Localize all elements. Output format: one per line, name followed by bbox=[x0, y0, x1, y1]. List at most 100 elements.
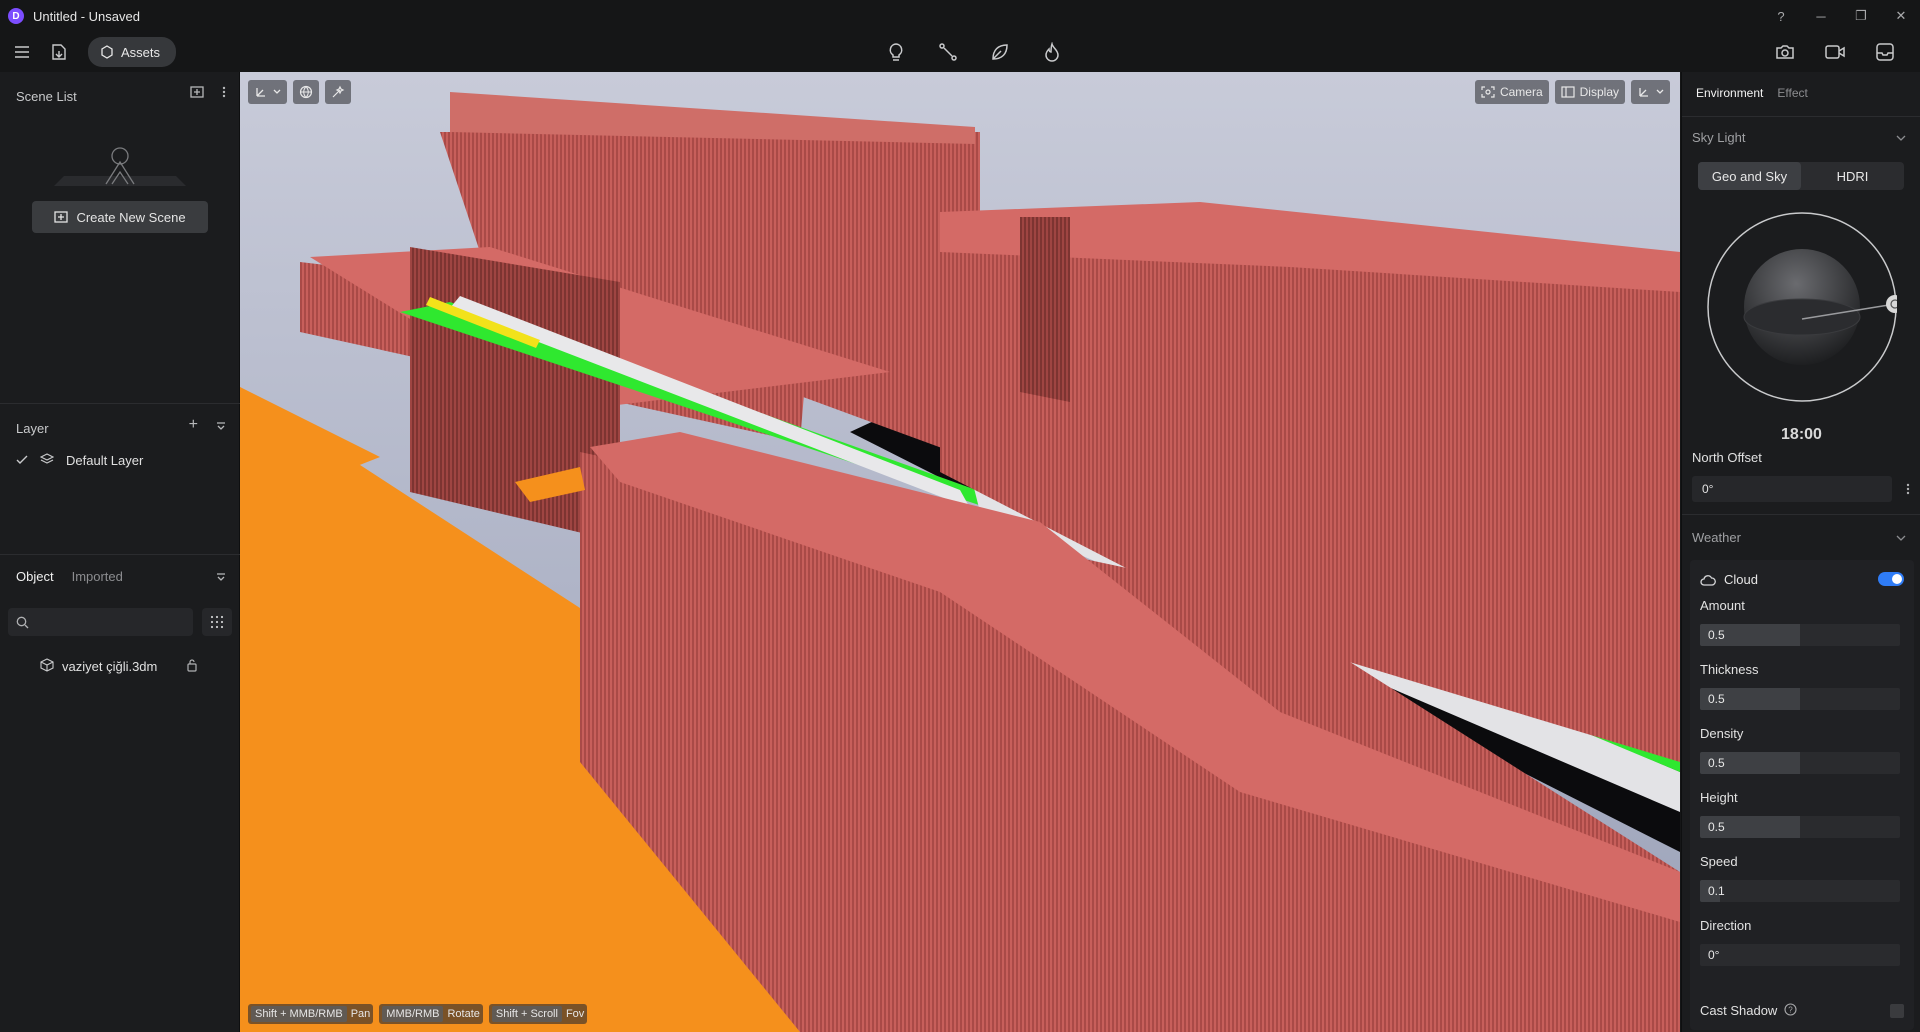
param-label-speed: Speed bbox=[1700, 854, 1738, 869]
assets-icon bbox=[101, 45, 113, 59]
sky-light-collapse-icon[interactable] bbox=[1896, 132, 1906, 144]
object-search-box bbox=[8, 608, 193, 636]
assets-label: Assets bbox=[121, 44, 161, 60]
divider bbox=[1682, 116, 1920, 117]
restore-icon[interactable]: ❐ bbox=[1852, 8, 1870, 24]
right-panel: Environment Effect Sky Light Geo and Sky… bbox=[1681, 72, 1920, 1032]
3d-viewport[interactable]: Camera Display Shift + MMB/RMB Pan MMB/R… bbox=[240, 72, 1680, 1032]
import-file-icon[interactable] bbox=[50, 43, 68, 61]
fire-icon[interactable] bbox=[1041, 41, 1063, 63]
param-slider-thickness[interactable]: 0.5 bbox=[1700, 688, 1900, 710]
param-value-thickness: 0.5 bbox=[1708, 692, 1725, 706]
check-icon[interactable] bbox=[16, 453, 28, 468]
cloud-toggle[interactable] bbox=[1878, 572, 1904, 586]
sun-position-dial[interactable] bbox=[1707, 212, 1897, 402]
display-menu-label: Display bbox=[1579, 85, 1619, 99]
leaf-icon[interactable] bbox=[989, 41, 1011, 63]
more-options-icon[interactable] bbox=[222, 86, 226, 101]
tab-imported[interactable]: Imported bbox=[72, 569, 123, 584]
lock-icon[interactable] bbox=[186, 658, 198, 675]
param-slider-height[interactable]: 0.5 bbox=[1700, 816, 1900, 838]
tab-environment[interactable]: Environment bbox=[1696, 86, 1763, 100]
info-icon[interactable]: ? bbox=[1784, 1003, 1797, 1019]
chevron-down-icon bbox=[273, 89, 281, 94]
divider bbox=[1682, 514, 1920, 515]
filter-icon[interactable] bbox=[216, 419, 226, 434]
main-toolbar: Assets bbox=[0, 32, 1920, 72]
cast-shadow-label: Cast Shadow bbox=[1700, 1003, 1777, 1018]
help-icon[interactable]: ? bbox=[1772, 9, 1790, 24]
minimize-icon[interactable]: ─ bbox=[1812, 9, 1830, 24]
cast-shadow-checkbox[interactable] bbox=[1890, 1004, 1904, 1018]
grid-view-button[interactable] bbox=[202, 608, 232, 636]
fov-hint-action: Fov bbox=[565, 1008, 585, 1020]
param-slider-direction[interactable]: 0° bbox=[1700, 944, 1900, 966]
empty-scene-illustration-icon bbox=[54, 147, 186, 186]
param-slider-amount[interactable]: 0.5 bbox=[1700, 624, 1900, 646]
pan-hint-action: Pan bbox=[350, 1008, 371, 1020]
pan-hint-key: Shift + MMB/RMB bbox=[251, 1006, 347, 1022]
north-offset-label: North Offset bbox=[1692, 450, 1762, 465]
weather-collapse-icon[interactable] bbox=[1896, 532, 1906, 544]
cloud-icon bbox=[1700, 574, 1716, 586]
tab-effect[interactable]: Effect bbox=[1777, 86, 1807, 100]
weather-title[interactable]: Weather bbox=[1692, 530, 1741, 545]
magic-select-button[interactable] bbox=[325, 80, 351, 104]
tab-object[interactable]: Object bbox=[16, 569, 54, 584]
scene-list-section: Scene List Create New Scene bbox=[0, 72, 240, 404]
create-new-scene-button[interactable]: Create New Scene bbox=[32, 201, 208, 233]
scene-render[interactable] bbox=[240, 72, 1680, 1032]
rotate-hint-key: MMB/RMB bbox=[382, 1006, 444, 1022]
add-layer-icon[interactable]: + bbox=[189, 417, 198, 434]
assets-button[interactable]: Assets bbox=[88, 37, 177, 67]
rotate-hint-action: Rotate bbox=[447, 1008, 480, 1020]
globe-icon bbox=[299, 85, 313, 99]
navigation-mode-dropdown[interactable] bbox=[1631, 80, 1670, 104]
transform-mode-dropdown[interactable] bbox=[248, 80, 287, 104]
render-inbox-icon[interactable] bbox=[1874, 41, 1896, 63]
param-slider-speed[interactable]: 0.1 bbox=[1700, 880, 1900, 902]
param-value-density: 0.5 bbox=[1708, 756, 1725, 770]
path-tool-icon[interactable] bbox=[937, 41, 959, 63]
search-icon bbox=[16, 616, 29, 628]
mode-hdri[interactable]: HDRI bbox=[1801, 162, 1904, 190]
globe-button[interactable] bbox=[293, 80, 319, 104]
object-filter-icon[interactable] bbox=[216, 570, 226, 585]
layer-item-label: Default Layer bbox=[66, 453, 144, 468]
new-scene-icon bbox=[54, 211, 69, 223]
cloud-settings-card: Cloud Cast Shadow ? Amount 0.5 Thickness 0.… bbox=[1690, 560, 1914, 1030]
close-icon[interactable]: ✕ bbox=[1892, 8, 1910, 24]
param-value-height: 0.5 bbox=[1708, 820, 1725, 834]
navigation-axis-icon bbox=[1639, 88, 1648, 97]
camera-icon[interactable] bbox=[1774, 41, 1796, 63]
param-value-speed: 0.1 bbox=[1708, 884, 1725, 898]
scene-list-title: Scene List bbox=[16, 89, 77, 104]
param-label-height: Height bbox=[1700, 790, 1738, 805]
north-offset-input[interactable]: 0° bbox=[1692, 476, 1892, 502]
north-offset-more-icon[interactable] bbox=[1900, 476, 1916, 502]
object-item[interactable]: vaziyet çiğli.3dm bbox=[40, 658, 200, 675]
layer-item[interactable]: Default Layer bbox=[16, 453, 143, 468]
menu-icon[interactable] bbox=[14, 45, 30, 59]
sky-mode-switch: Geo and Sky HDRI bbox=[1698, 162, 1904, 190]
app-logo: D bbox=[8, 8, 24, 24]
param-value-direction: 0° bbox=[1708, 948, 1720, 962]
window-title: Untitled - Unsaved bbox=[33, 8, 140, 24]
axis-icon bbox=[256, 88, 265, 97]
param-label-amount: Amount bbox=[1700, 598, 1745, 613]
video-icon[interactable] bbox=[1824, 41, 1846, 63]
object-search-input[interactable] bbox=[35, 614, 185, 630]
cast-shadow-text: Cast Shadow bbox=[1700, 1003, 1778, 1018]
param-label-thickness: Thickness bbox=[1700, 662, 1759, 677]
sky-light-title[interactable]: Sky Light bbox=[1692, 130, 1745, 145]
camera-menu-button[interactable]: Camera bbox=[1474, 80, 1549, 104]
display-menu-button[interactable]: Display bbox=[1554, 80, 1625, 104]
display-icon bbox=[1561, 86, 1575, 98]
wand-icon bbox=[332, 85, 345, 98]
north-offset-value: 0° bbox=[1702, 482, 1714, 496]
light-bulb-icon[interactable] bbox=[885, 41, 907, 63]
param-slider-density[interactable]: 0.5 bbox=[1700, 752, 1900, 774]
param-value-amount: 0.5 bbox=[1708, 628, 1725, 642]
mode-geo-and-sky[interactable]: Geo and Sky bbox=[1698, 162, 1801, 190]
add-scene-icon[interactable] bbox=[190, 86, 204, 101]
